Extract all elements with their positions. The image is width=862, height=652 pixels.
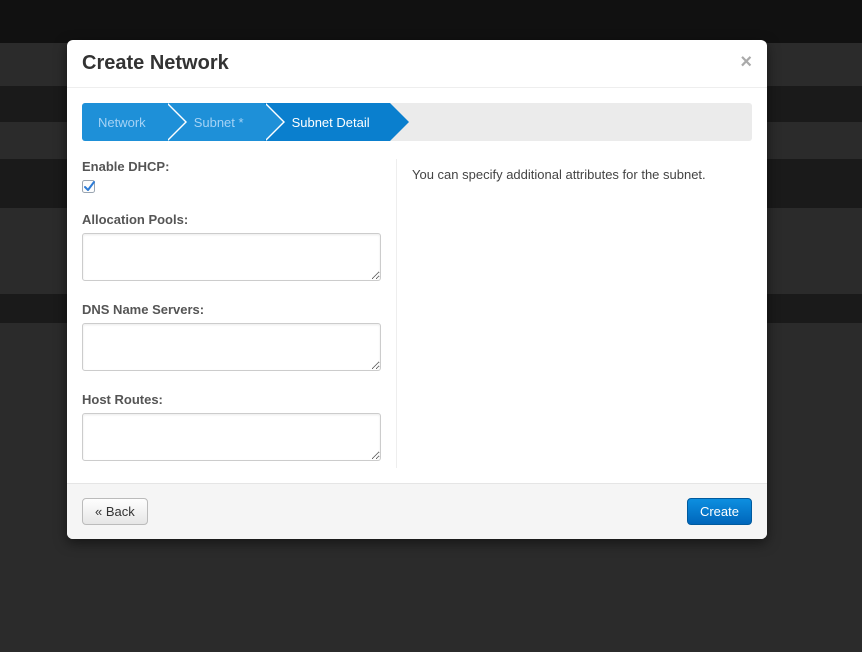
- allocation-pools-label: Allocation Pools:: [82, 212, 381, 227]
- form-panel: Enable DHCP: Allocation Pools: DNS Name …: [82, 159, 397, 468]
- field-allocation-pools: Allocation Pools:: [82, 212, 381, 284]
- help-text: You can specify additional attributes fo…: [412, 167, 752, 182]
- dialog-title: Create Network: [82, 52, 752, 75]
- dialog-footer: « Back Create: [67, 483, 767, 539]
- back-button[interactable]: « Back: [82, 498, 148, 525]
- enable-dhcp-label: Enable DHCP:: [82, 159, 381, 174]
- create-button[interactable]: Create: [687, 498, 752, 525]
- wizard-step-network[interactable]: Network: [82, 103, 166, 141]
- dns-name-servers-input[interactable]: [82, 323, 381, 371]
- enable-dhcp-checkbox[interactable]: [82, 180, 381, 194]
- field-host-routes: Host Routes:: [82, 392, 381, 464]
- background-navbar: [0, 0, 862, 43]
- dns-name-servers-label: DNS Name Servers:: [82, 302, 381, 317]
- dialog-header: Create Network ×: [67, 40, 767, 88]
- allocation-pools-input[interactable]: [82, 233, 381, 281]
- wizard-step-label: Network: [98, 115, 146, 130]
- host-routes-input[interactable]: [82, 413, 381, 461]
- wizard-steps: Network Subnet * Subnet Detail: [82, 103, 752, 141]
- field-dns-name-servers: DNS Name Servers:: [82, 302, 381, 374]
- host-routes-label: Host Routes:: [82, 392, 381, 407]
- help-panel: You can specify additional attributes fo…: [397, 159, 752, 468]
- close-icon[interactable]: ×: [740, 52, 752, 72]
- wizard-step-label: Subnet *: [194, 115, 244, 130]
- wizard-step-label: Subnet Detail: [292, 115, 370, 130]
- dialog-body: Network Subnet * Subnet Detail Enable DH…: [67, 88, 767, 483]
- create-network-dialog: Create Network × Network Subnet * Subnet…: [67, 40, 767, 539]
- field-enable-dhcp: Enable DHCP:: [82, 159, 381, 194]
